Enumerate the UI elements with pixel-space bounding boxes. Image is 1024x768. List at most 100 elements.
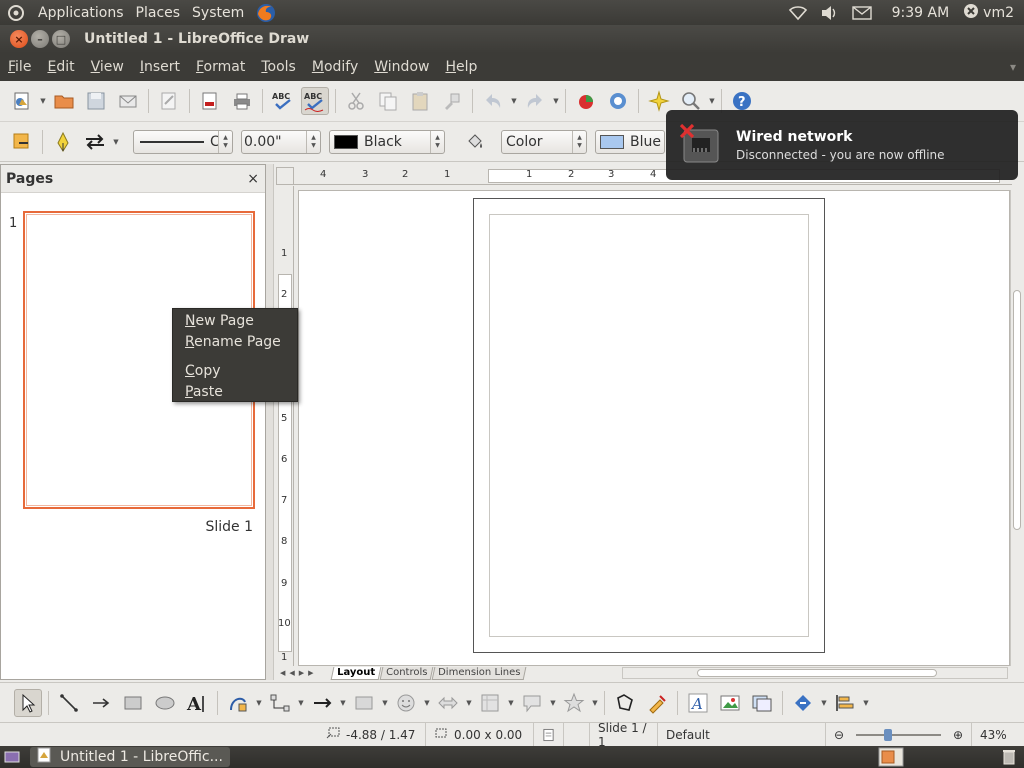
zoom-slider[interactable]	[856, 728, 941, 741]
line-color-combo[interactable]: Black ▲ ▼	[329, 129, 445, 154]
drawing-canvas[interactable]	[298, 190, 1010, 666]
vertical-ruler[interactable]: 1 2 3 4 5 6 7 8 9 10 1	[276, 186, 294, 666]
ctx-rename-page[interactable]: Rename Page	[173, 332, 297, 353]
panel-menu-places[interactable]: Places	[130, 5, 187, 21]
vertical-scrollbar[interactable]	[1010, 190, 1022, 666]
tab-controls[interactable]: Controls	[379, 666, 434, 680]
ctx-paste[interactable]: Paste	[173, 382, 297, 403]
ellipse-icon[interactable]	[151, 689, 179, 717]
ruler-corner[interactable]	[276, 167, 294, 185]
volume-icon[interactable]	[820, 3, 840, 23]
symbol-shapes-dropdown-arrow[interactable]: ▼	[422, 689, 432, 717]
chevron-down-icon[interactable]: ▾	[1010, 60, 1016, 74]
status-zoom[interactable]: 43%	[972, 723, 1015, 746]
panel-menu-system[interactable]: System	[186, 5, 250, 21]
spellcheck-icon[interactable]: ABC	[269, 87, 297, 115]
align-icon[interactable]	[831, 689, 859, 717]
undo-icon[interactable]	[479, 87, 507, 115]
chart-icon[interactable]	[572, 87, 600, 115]
stars-dropdown-arrow[interactable]: ▼	[590, 689, 600, 717]
horizontal-scrollbar[interactable]	[622, 667, 1008, 679]
area-color-combo[interactable]: Blue	[595, 129, 665, 154]
line-icon[interactable]	[49, 128, 77, 156]
horizontal-scrollbar-thumb[interactable]	[697, 669, 937, 677]
menu-window[interactable]: Window	[366, 59, 437, 75]
zoom-slider-area[interactable]: ⊖ ⊕	[826, 723, 972, 746]
window-minimize-button[interactable]: –	[31, 30, 49, 48]
menu-help[interactable]: Help	[437, 59, 485, 75]
network-icon[interactable]	[788, 3, 808, 23]
line-width-spin[interactable]: ▲ ▼	[306, 130, 320, 153]
text-tool-icon[interactable]: A	[183, 689, 211, 717]
vertical-scrollbar-thumb[interactable]	[1013, 290, 1021, 530]
basic-shapes-dropdown-arrow[interactable]: ▼	[380, 689, 390, 717]
edit-file-icon[interactable]	[155, 87, 183, 115]
zoom-out-icon[interactable]: ⊖	[834, 728, 844, 742]
line-style-combo[interactable]: C ▲ ▼	[133, 129, 233, 154]
show-desktop-icon[interactable]	[4, 749, 20, 768]
transformations-dropdown-arrow[interactable]: ▼	[819, 689, 829, 717]
curve-icon[interactable]	[224, 689, 252, 717]
flowchart-dropdown-arrow[interactable]: ▼	[506, 689, 516, 717]
drawing-page[interactable]	[473, 198, 825, 653]
tab-prev-icon[interactable]: ◀	[289, 669, 294, 677]
tab-last-icon[interactable]: ▶	[308, 669, 313, 677]
ctx-new-page[interactable]: New Page	[173, 311, 297, 332]
connector-dropdown-arrow[interactable]: ▼	[296, 689, 306, 717]
block-arrows-dropdown-arrow[interactable]: ▼	[464, 689, 474, 717]
stars-icon[interactable]	[560, 689, 588, 717]
navigator-icon[interactable]	[604, 87, 632, 115]
connector-icon[interactable]	[266, 689, 294, 717]
tab-nav-arrows[interactable]: ◀ ◀ ▶ ▶	[280, 669, 332, 677]
close-icon[interactable]: ×	[247, 171, 259, 187]
line-width-field[interactable]: 0.00" ▲ ▼	[241, 129, 321, 154]
gluepoints-toggle-icon[interactable]	[643, 689, 671, 717]
trash-icon[interactable]	[1000, 748, 1018, 768]
email-icon[interactable]	[114, 87, 142, 115]
line-arrow-icon[interactable]	[87, 689, 115, 717]
undo-dropdown-arrow[interactable]: ▼	[509, 87, 519, 115]
arrow-style-icon[interactable]	[81, 128, 109, 156]
window-title-bar[interactable]: × – □ Untitled 1 - LibreOffice Draw	[0, 25, 1024, 53]
mail-icon[interactable]	[851, 3, 872, 23]
line-color-spin[interactable]: ▲ ▼	[430, 130, 444, 153]
clock[interactable]: 9:39 AM	[892, 5, 950, 21]
tab-next-icon[interactable]: ▶	[299, 669, 304, 677]
clone-formatting-icon[interactable]	[438, 87, 466, 115]
cut-icon[interactable]	[342, 87, 370, 115]
line-style-spin[interactable]: ▲ ▼	[218, 130, 232, 153]
document-modified-icon[interactable]	[534, 723, 564, 746]
rectangle-icon[interactable]	[119, 689, 147, 717]
window-maximize-button[interactable]: □	[52, 30, 70, 48]
lines-arrows-dropdown-arrow[interactable]: ▼	[338, 689, 348, 717]
workspace-switcher-icon[interactable]	[878, 747, 904, 768]
points-icon[interactable]	[611, 689, 639, 717]
status-signature[interactable]	[564, 723, 590, 746]
ctx-copy[interactable]: Copy	[173, 361, 297, 382]
symbol-shapes-icon[interactable]	[392, 689, 420, 717]
menu-format[interactable]: Format	[188, 59, 253, 75]
tab-first-icon[interactable]: ◀	[280, 669, 285, 677]
lines-arrows-icon[interactable]	[308, 689, 336, 717]
paste-icon[interactable]	[406, 87, 434, 115]
callouts-dropdown-arrow[interactable]: ▼	[548, 689, 558, 717]
user-menu[interactable]: vm2	[963, 3, 1014, 23]
transformations-icon[interactable]	[789, 689, 817, 717]
menu-file[interactable]: File	[0, 59, 39, 75]
draw-line-icon[interactable]	[55, 689, 83, 717]
export-pdf-icon[interactable]	[196, 87, 224, 115]
window-close-button[interactable]: ×	[10, 30, 28, 48]
menu-modify[interactable]: Modify	[304, 59, 366, 75]
redo-icon[interactable]	[521, 87, 549, 115]
panel-menu-applications[interactable]: Applications	[32, 5, 130, 21]
arrow-style-dropdown-arrow[interactable]: ▼	[111, 128, 121, 156]
copy-icon[interactable]	[374, 87, 402, 115]
panel-splitter[interactable]	[266, 164, 274, 680]
zoom-slider-knob[interactable]	[884, 728, 893, 741]
auto-spellcheck-icon[interactable]: ABC	[301, 87, 329, 115]
tab-layout[interactable]: Layout	[330, 666, 382, 680]
ubuntu-logo-icon[interactable]	[6, 3, 26, 23]
flowchart-icon[interactable]	[476, 689, 504, 717]
redo-dropdown-arrow[interactable]: ▼	[551, 87, 561, 115]
basic-shapes-icon[interactable]	[350, 689, 378, 717]
